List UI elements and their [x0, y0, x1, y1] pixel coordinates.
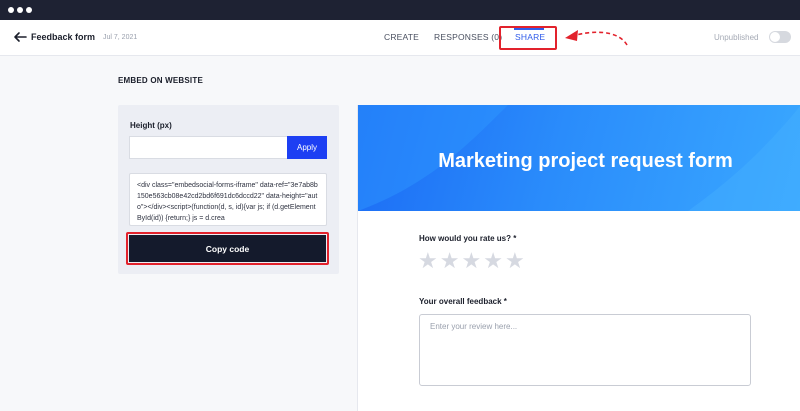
toggle-knob — [770, 32, 780, 42]
window-dot — [26, 7, 32, 13]
star-icon[interactable]: ★ — [418, 250, 438, 272]
embed-code-box[interactable]: <div class="embedsocial-forms-iframe" da… — [129, 173, 327, 226]
form-preview: Marketing project request form How would… — [357, 105, 800, 411]
share-tab-highlight — [499, 26, 557, 50]
star-icon[interactable]: ★ — [483, 250, 503, 272]
star-icon[interactable]: ★ — [505, 250, 525, 272]
section-title: EMBED ON WEBSITE — [118, 76, 203, 85]
feedback-question: Your overall feedback * — [419, 297, 507, 306]
form-date: Jul 7, 2021 — [103, 34, 138, 41]
star-icon[interactable]: ★ — [461, 250, 481, 272]
window-titlebar — [0, 0, 800, 20]
publish-toggle[interactable] — [769, 31, 791, 43]
arrow-left-icon[interactable] — [13, 31, 27, 43]
copy-button-highlight — [126, 232, 329, 265]
tab-responses[interactable]: RESPONSES (0) — [434, 32, 502, 42]
apply-button[interactable]: Apply — [287, 136, 327, 159]
height-input[interactable] — [129, 136, 287, 159]
star-rating[interactable]: ★ ★ ★ ★ ★ — [418, 250, 525, 272]
form-banner: Marketing project request form — [358, 105, 800, 211]
rating-question: How would you rate us? * — [419, 234, 517, 243]
height-label: Height (px) — [130, 121, 172, 130]
star-icon[interactable]: ★ — [440, 250, 460, 272]
annotation-arrow-icon — [565, 30, 628, 46]
app-header: Feedback form Jul 7, 2021 CREATE RESPONS… — [0, 20, 800, 56]
window-dot — [17, 7, 23, 13]
publish-status-label: Unpublished — [714, 33, 759, 42]
window-dot — [8, 7, 14, 13]
tab-create[interactable]: CREATE — [384, 32, 419, 42]
feedback-textarea[interactable] — [419, 314, 751, 386]
form-preview-title: Marketing project request form — [438, 150, 733, 172]
form-title: Feedback form — [31, 32, 96, 42]
